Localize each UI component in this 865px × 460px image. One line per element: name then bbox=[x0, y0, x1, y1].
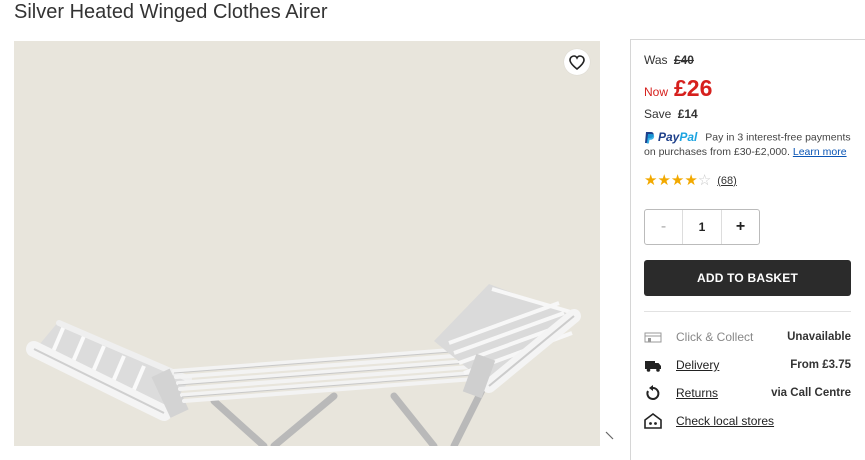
paypal-brand-pay: Pay bbox=[658, 130, 680, 144]
increase-quantity-button[interactable]: + bbox=[722, 210, 759, 244]
save-row: Save £14 bbox=[644, 107, 698, 121]
star-filled-icon: ★ bbox=[657, 172, 671, 189]
check-local-stores-row[interactable]: Check local stores bbox=[644, 411, 851, 431]
buy-box: Was £40 Now £26 Save £14 Pay Pal Pay in 3… bbox=[630, 39, 865, 460]
quantity-input[interactable]: 1 bbox=[682, 210, 722, 244]
was-price-row: Was £40 bbox=[644, 53, 694, 67]
delivery-row[interactable]: Delivery From £3.75 bbox=[644, 355, 851, 375]
star-empty-icon: ☆ bbox=[697, 172, 712, 189]
next-image-arrow-icon[interactable] bbox=[604, 430, 618, 446]
save-amount: £14 bbox=[677, 107, 698, 121]
now-label: Now bbox=[644, 85, 669, 99]
clothes-airer-image bbox=[26, 284, 581, 446]
review-count-link[interactable]: (68) bbox=[717, 175, 737, 187]
now-price-row: Now £26 bbox=[644, 75, 712, 102]
store-icon bbox=[644, 328, 662, 346]
star-rating: ★ ★ ★ ★ ☆ bbox=[644, 173, 711, 188]
truck-icon bbox=[644, 356, 662, 374]
product-title: Silver Heated Winged Clothes Airer bbox=[14, 1, 328, 23]
paypal-brand-pal: Pal bbox=[679, 130, 698, 144]
was-price: £40 bbox=[673, 53, 694, 67]
returns-value: via Call Centre bbox=[771, 387, 851, 399]
paypal-logo: Pay Pal bbox=[644, 130, 697, 145]
delivery-link[interactable]: Delivery bbox=[676, 358, 790, 372]
heart-icon bbox=[569, 54, 585, 70]
check-local-stores-link[interactable]: Check local stores bbox=[676, 414, 851, 428]
rating-row: ★ ★ ★ ★ ☆ (68) bbox=[644, 173, 737, 188]
now-price: £26 bbox=[674, 75, 713, 101]
returns-link[interactable]: Returns bbox=[676, 386, 771, 400]
decrease-quantity-button[interactable]: - bbox=[645, 210, 682, 244]
save-label: Save bbox=[644, 107, 672, 121]
wishlist-button[interactable] bbox=[564, 49, 590, 75]
quantity-stepper: - 1 + bbox=[644, 209, 760, 245]
divider bbox=[644, 311, 851, 312]
click-and-collect-row: Click & Collect Unavailable bbox=[644, 327, 851, 347]
star-filled-icon: ★ bbox=[684, 172, 698, 189]
was-label: Was bbox=[644, 53, 668, 67]
returns-icon bbox=[644, 384, 662, 402]
add-to-basket-button[interactable]: ADD TO BASKET bbox=[644, 260, 851, 296]
star-filled-icon: ★ bbox=[670, 172, 685, 189]
shop-icon bbox=[644, 412, 662, 430]
product-image[interactable] bbox=[14, 41, 600, 446]
paypal-learn-more-link[interactable]: Learn more bbox=[793, 146, 847, 158]
click-and-collect-value: Unavailable bbox=[787, 331, 851, 343]
delivery-value: From £3.75 bbox=[790, 359, 851, 371]
paypal-icon bbox=[645, 132, 655, 144]
click-and-collect-label: Click & Collect bbox=[676, 330, 754, 344]
returns-row[interactable]: Returns via Call Centre bbox=[644, 383, 851, 403]
paypal-message: Pay Pal Pay in 3 interest-free payments o… bbox=[644, 130, 860, 160]
star-filled-icon: ★ bbox=[644, 172, 658, 189]
